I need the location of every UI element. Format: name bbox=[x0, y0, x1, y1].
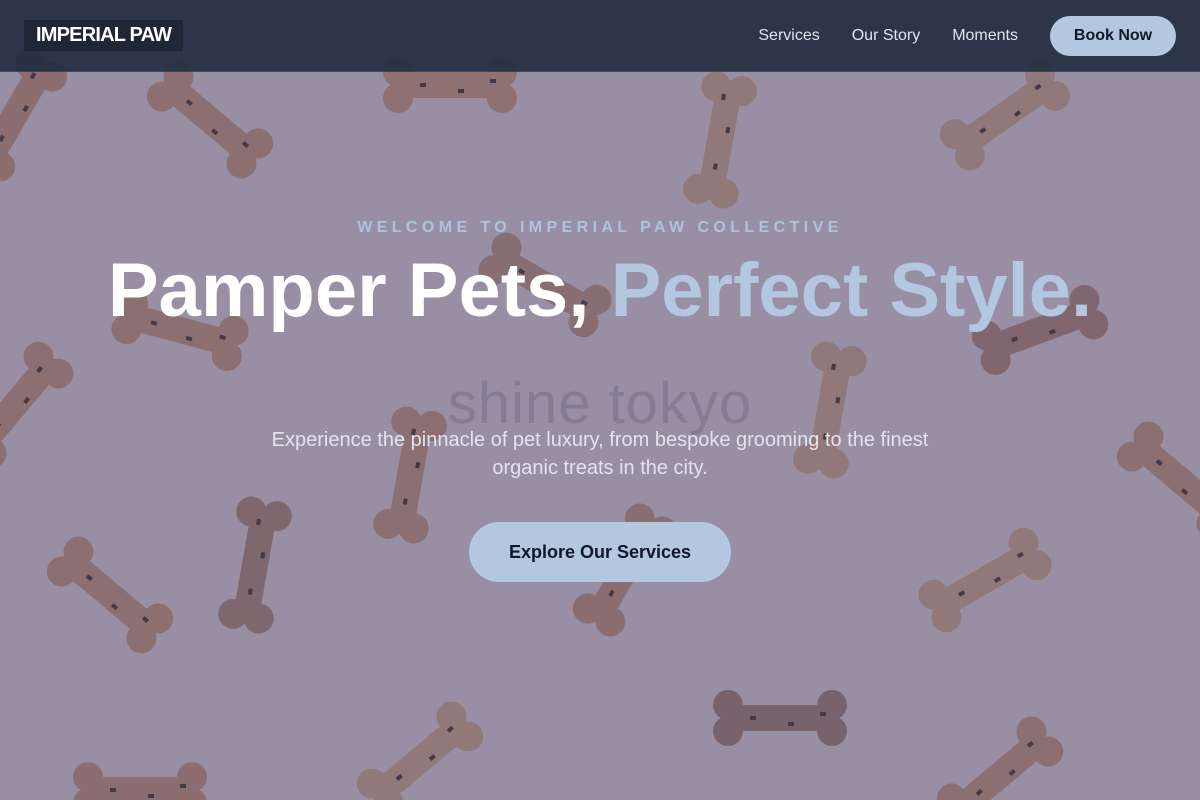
explore-services-button[interactable]: Explore Our Services bbox=[469, 522, 731, 582]
hero-headline: Pamper Pets, Perfect Style. bbox=[100, 253, 1100, 329]
headline-accent: Perfect Style. bbox=[610, 248, 1093, 333]
hero-section: WELCOME TO IMPERIAL PAW COLLECTIVE shine… bbox=[0, 0, 1200, 800]
hero-subtitle: Experience the pinnacle of pet luxury, f… bbox=[271, 429, 929, 479]
hero-eyebrow: WELCOME TO IMPERIAL PAW COLLECTIVE bbox=[357, 219, 843, 236]
headline-main: Pamper Pets, bbox=[107, 248, 590, 333]
